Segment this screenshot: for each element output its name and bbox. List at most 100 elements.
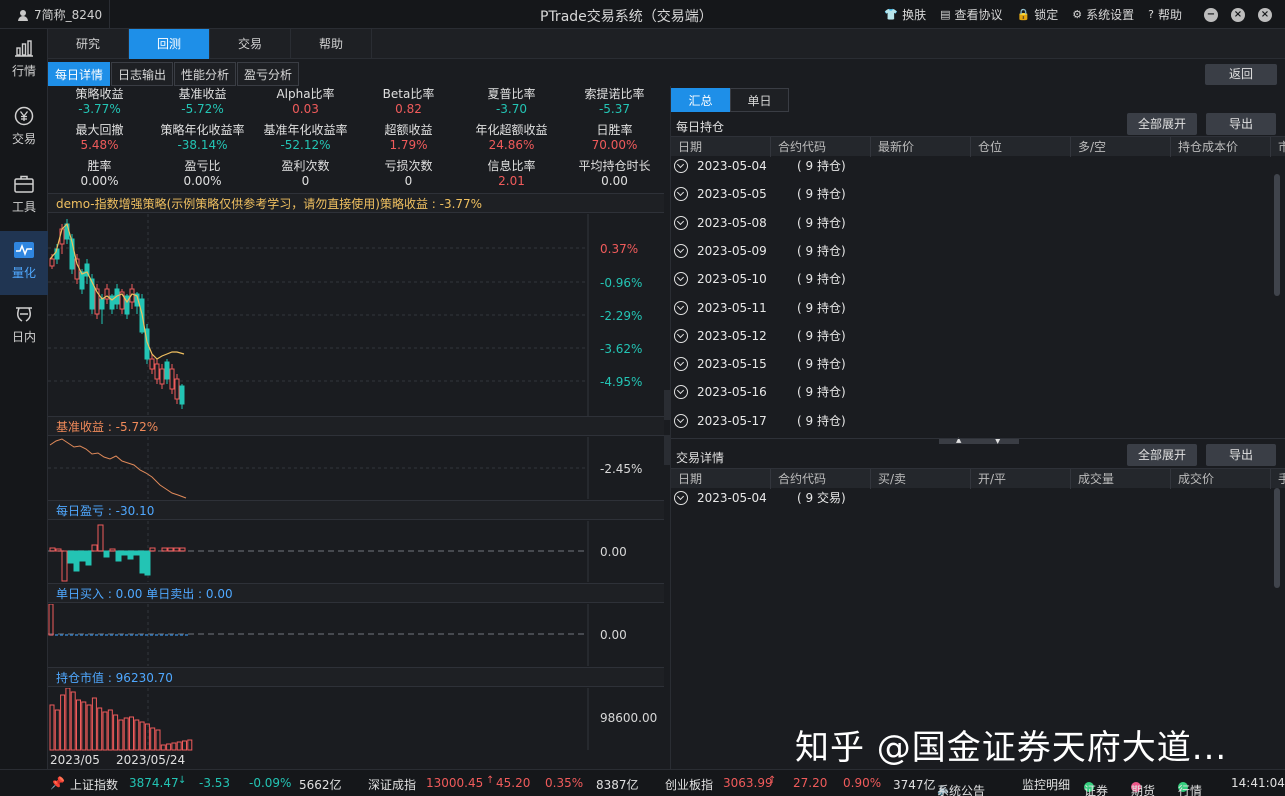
tab-trade[interactable]: 交易 — [210, 29, 291, 59]
holding-value-title: 持仓市值 : 96230.70 — [48, 667, 664, 687]
settings-button[interactable]: ⚙ 系统设置 — [1072, 6, 1134, 23]
holdings-expand-all-button[interactable]: 全部展开 — [1127, 113, 1197, 135]
trades-export-button[interactable]: 导出 — [1206, 444, 1276, 466]
holdings-export-button[interactable]: 导出 — [1206, 113, 1276, 135]
strategy-chart-title: demo-指数增强策略(示例策略仅供参考学习，请勿直接使用)策略收益 : -3.… — [48, 193, 664, 213]
stat-label: 盈利次数 — [281, 159, 330, 173]
holding-row[interactable]: 2023-05-08 ( 9 持仓) — [671, 209, 1271, 237]
sh-index-price: 3874.47 — [129, 776, 179, 790]
expand-chevron-icon[interactable] — [674, 215, 688, 230]
user-account[interactable]: 7简称_8240 — [0, 0, 110, 29]
stat-item: 盈亏比 0.00% — [151, 159, 254, 189]
stat-item: 策略年化收益率 -38.14% — [151, 123, 254, 153]
trades-scrollbar[interactable] — [1274, 488, 1280, 588]
sidebar-item-tools[interactable]: 工具 — [0, 165, 48, 229]
stat-item: 夏普比率 -3.70 — [460, 87, 563, 117]
close-button[interactable]: × — [1258, 7, 1272, 22]
stat-label: 年化超额收益 — [475, 123, 548, 137]
sidebar-item-trade[interactable]: 交易 — [0, 97, 48, 161]
pnl-bar — [133, 550, 140, 556]
trades-expand-all-button[interactable]: 全部展开 — [1127, 444, 1197, 466]
holding-row[interactable]: 2023-05-05 ( 9 持仓) — [671, 180, 1271, 208]
restore-button[interactable]: × — [1231, 7, 1245, 22]
stat-value: 70.00% — [591, 138, 638, 152]
expand-chevron-icon[interactable] — [674, 357, 688, 372]
holding-bar — [113, 714, 119, 751]
sidebar-item-intraday[interactable]: 日内 — [0, 295, 48, 359]
holding-bar — [150, 727, 156, 751]
return-button[interactable]: 返回 — [1205, 64, 1277, 85]
sidebar-item-market[interactable]: 行情 — [0, 29, 48, 93]
pnl-bar — [149, 547, 156, 552]
col-market-value[interactable]: 市 — [1271, 137, 1285, 157]
holding-row[interactable]: 2023-05-09 ( 9 持仓) — [671, 237, 1271, 265]
agreement-button[interactable]: ▤ 查看协议 — [940, 6, 1002, 23]
expand-chevron-icon[interactable] — [674, 385, 688, 400]
pnl-bar — [85, 550, 92, 566]
row-date: 2023-05-11 — [697, 300, 767, 315]
sz-index-price: 13000.45 — [426, 776, 484, 790]
holdings-scrollbar[interactable] — [1274, 174, 1280, 296]
help-button[interactable]: ? 帮助 — [1148, 6, 1182, 23]
holding-row[interactable]: 2023-05-16 ( 9 持仓) — [671, 378, 1271, 406]
tab-research[interactable]: 研究 — [48, 29, 129, 59]
subtab-daily-detail[interactable]: 每日详情 — [48, 62, 111, 86]
subtab-log-output[interactable]: 日志输出 — [111, 62, 174, 86]
col-hands[interactable]: 手 — [1271, 469, 1285, 489]
gear-icon: ⚙ — [1072, 8, 1083, 21]
holding-row[interactable]: 2023-05-12 ( 9 持仓) — [671, 322, 1271, 350]
holding-row[interactable]: 2023-05-11 ( 9 持仓) — [671, 294, 1271, 322]
benchmark-line — [49, 438, 187, 499]
stat-item: 亏损次数 0 — [357, 159, 460, 189]
stat-value: 2.01 — [498, 174, 525, 188]
cy-index-volume: 3747亿 — [893, 778, 936, 792]
expand-chevron-icon[interactable] — [674, 491, 688, 505]
stat-item: 基准年化收益率 -52.12% — [254, 123, 357, 153]
stat-item: 日胜率 70.00% — [563, 123, 666, 153]
sidebar-item-quant[interactable]: 量化 — [0, 231, 48, 295]
pin-icon[interactable]: 📌 — [50, 776, 65, 790]
monitor-detail-button[interactable]: 监控明细 — [1022, 776, 1070, 793]
subtab-performance[interactable]: 性能分析 — [174, 62, 237, 86]
sh-index-label[interactable]: 上证指数 — [70, 776, 118, 793]
holding-bar — [70, 691, 76, 751]
sz-index-label[interactable]: 深证成指 — [368, 776, 416, 793]
bar-chart-icon — [15, 40, 33, 57]
trade-row[interactable]: 2023-05-04 ( 9 交易) — [671, 484, 1271, 512]
pnl-bar — [79, 550, 86, 562]
holding-row[interactable]: 2023-05-15 ( 9 持仓) — [671, 350, 1271, 378]
pnl-bar — [121, 550, 128, 556]
tab-help[interactable]: 帮助 — [291, 29, 372, 59]
holding-row[interactable]: 2023-05-10 ( 9 持仓) — [671, 265, 1271, 293]
strategy-chart-svg: 0.37% -0.96% -2.29% -3.62% -4.95% — [48, 214, 642, 416]
subtab-pnl-analysis[interactable]: 盈亏分析 — [237, 62, 300, 86]
row-count: ( 9 交易) — [797, 491, 846, 505]
tab-backtest[interactable]: 回测 — [129, 29, 210, 59]
candle-body — [49, 258, 55, 267]
stat-label: 亏损次数 — [384, 159, 433, 173]
watermark-text: 知乎 @国金证券天府大道... — [795, 728, 1228, 768]
holding-bar — [102, 711, 108, 751]
holding-row[interactable]: 2023-05-17 ( 9 持仓) — [671, 407, 1271, 435]
tab-summary[interactable]: 汇总 — [671, 88, 730, 112]
cy-index-label[interactable]: 创业板指 — [665, 776, 713, 793]
holding-bar — [166, 743, 172, 751]
expand-chevron-icon[interactable] — [674, 159, 688, 173]
minimize-button[interactable]: − — [1204, 7, 1218, 22]
pnl-bar — [139, 550, 146, 574]
pnl-bar — [109, 548, 116, 552]
expand-chevron-icon[interactable] — [674, 187, 688, 202]
expand-chevron-icon[interactable] — [674, 300, 688, 315]
expand-chevron-icon[interactable] — [674, 328, 688, 343]
buy-sell-title: 单日买入 : 0.00 单日卖出 : 0.00 — [48, 583, 664, 603]
skin-button[interactable]: 👕 换肤 — [884, 6, 926, 23]
expand-chevron-icon[interactable] — [674, 272, 688, 287]
lock-button[interactable]: 🔒 锁定 — [1017, 6, 1059, 23]
expand-chevron-icon[interactable] — [674, 413, 688, 428]
daily-pnl-chart: 0.00 — [48, 521, 664, 582]
stat-label: 策略收益 — [75, 87, 124, 101]
user-icon — [18, 9, 28, 21]
tab-single-day[interactable]: 单日 — [730, 88, 789, 112]
expand-chevron-icon[interactable] — [674, 243, 688, 258]
holding-row[interactable]: 2023-05-04 ( 9 持仓) — [671, 152, 1271, 180]
